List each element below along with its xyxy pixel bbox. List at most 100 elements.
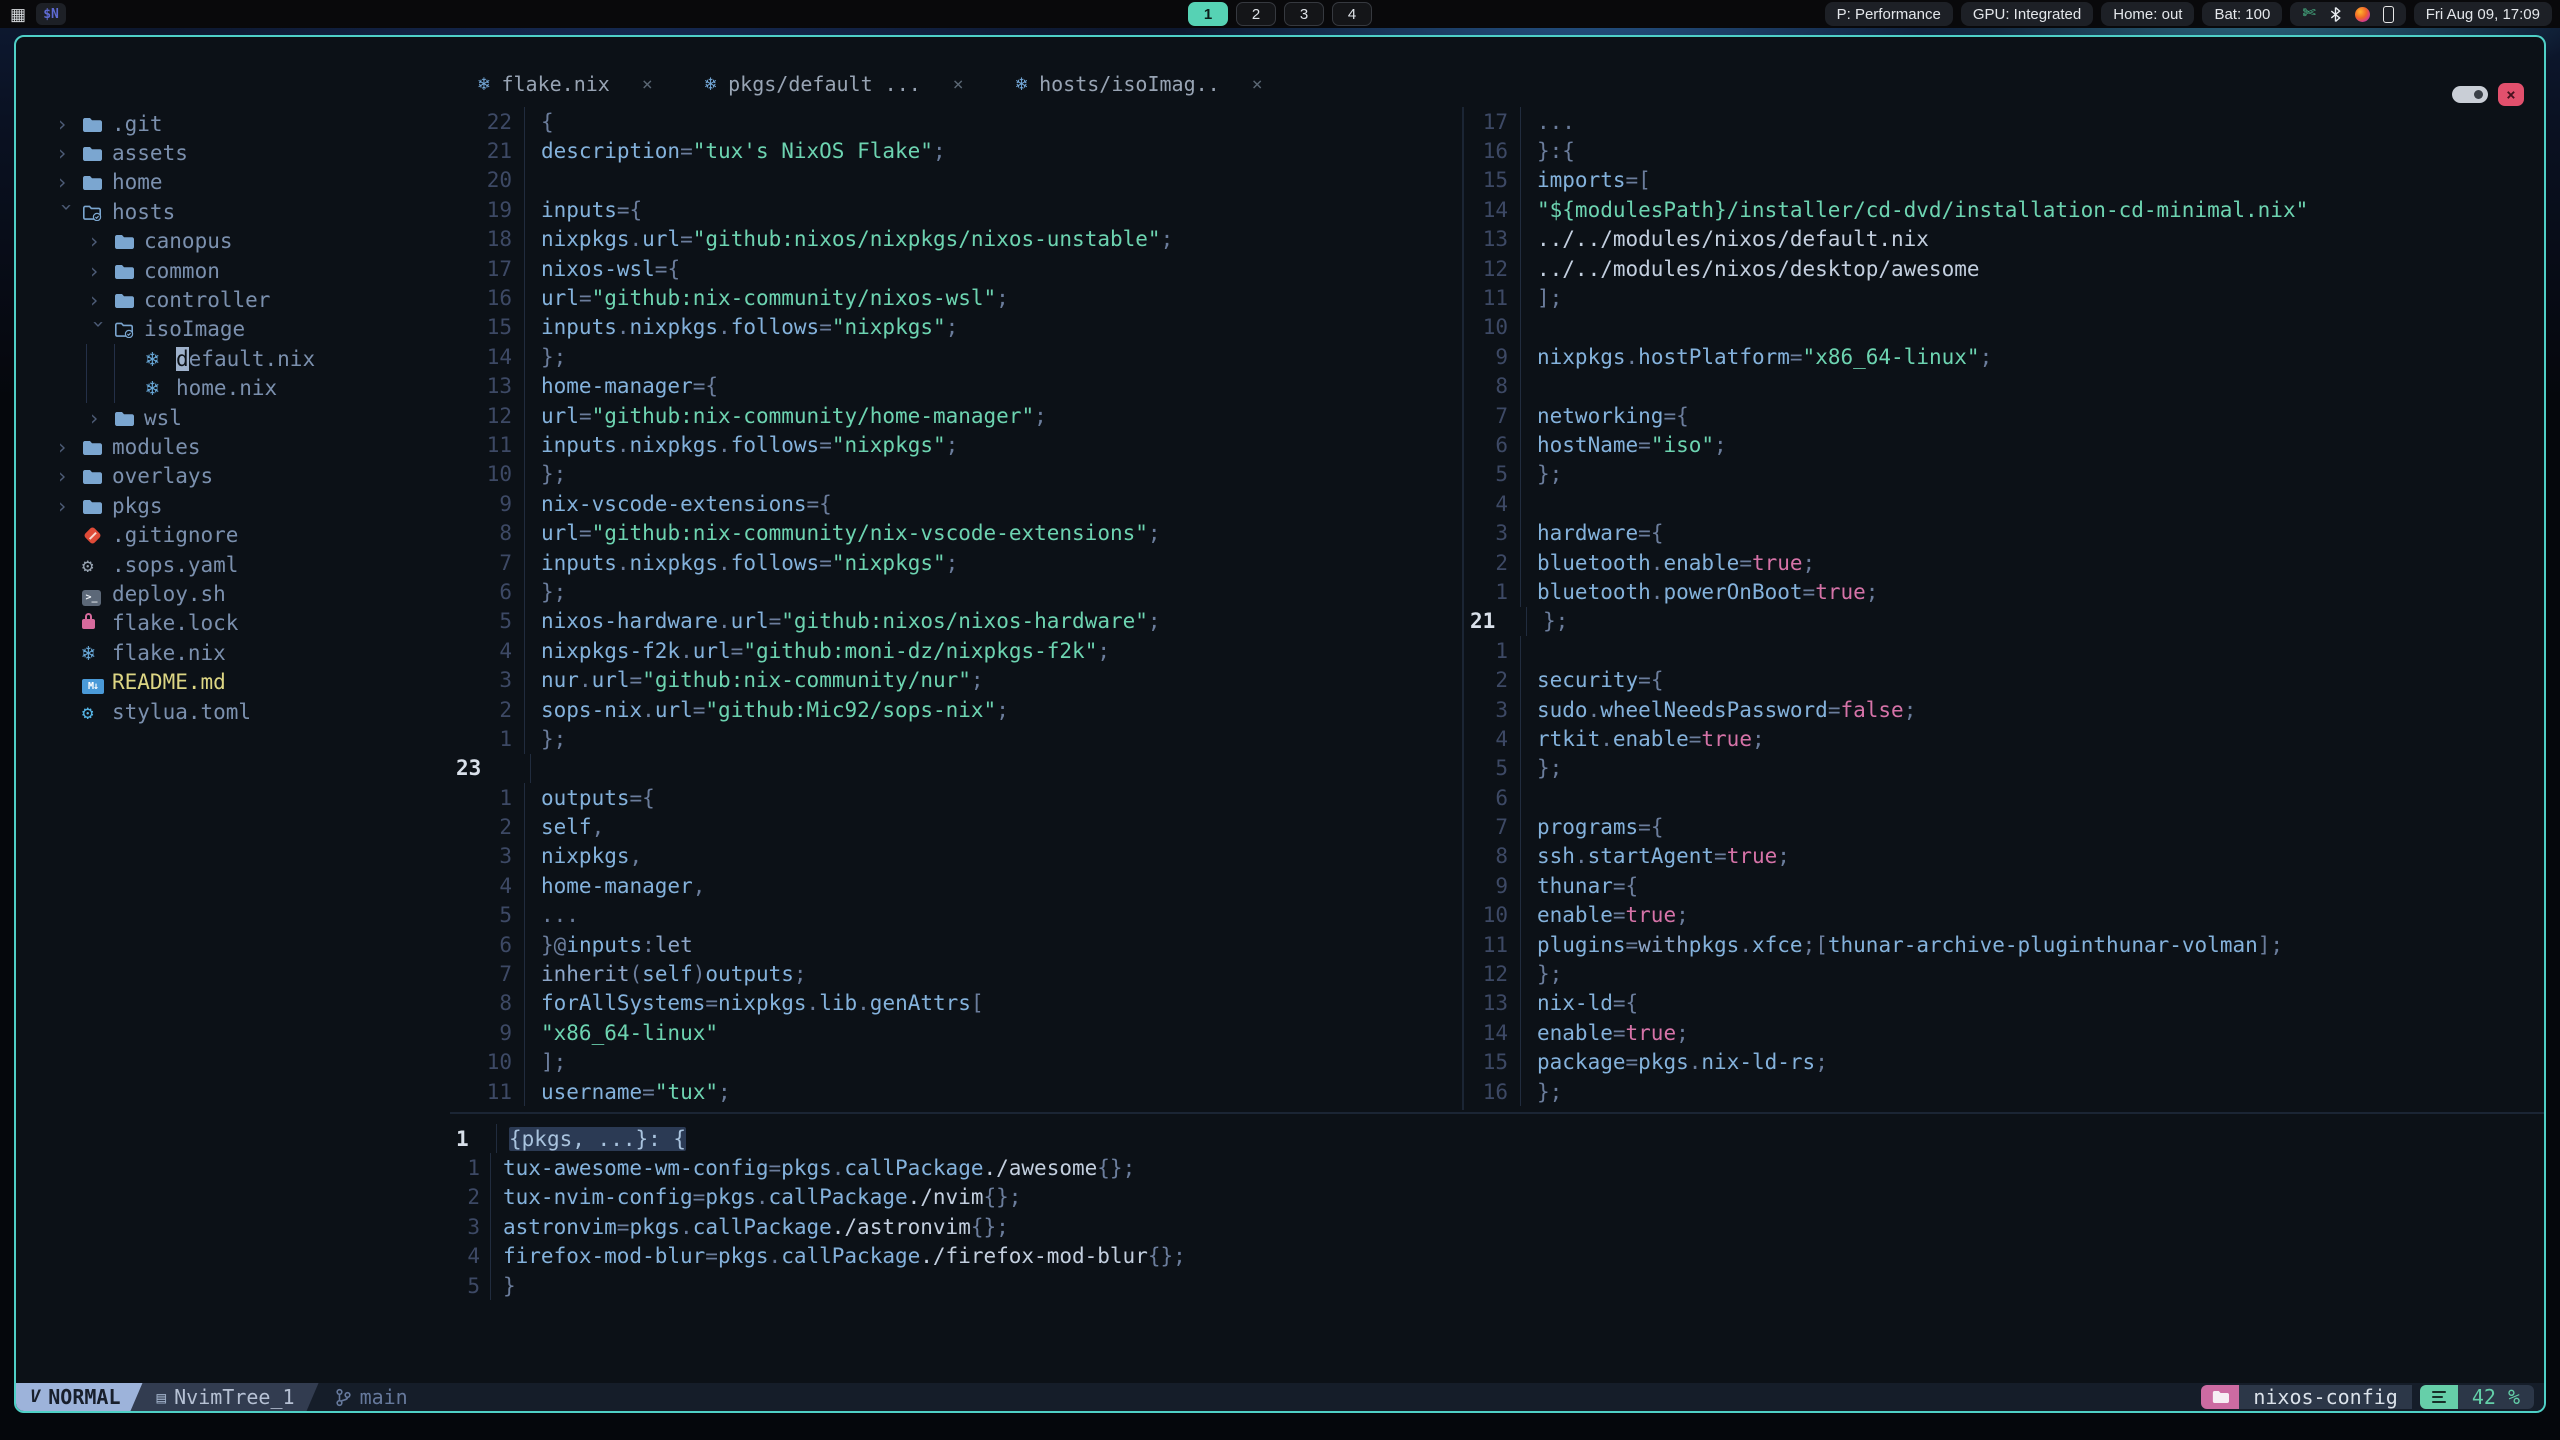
code-line[interactable]: 7 networking = { [1464,400,2544,431]
code-line[interactable]: 5 nixos-hardware. url = "github:nixos/nix… [450,606,1462,637]
code-line[interactable]: 6 hostName = "iso"; [1464,430,2544,460]
code-line[interactable]: 1 {pkgs, ...}: { [450,1124,2544,1154]
workspace-button-1[interactable]: 1 [1188,2,1228,26]
code-line[interactable]: 4 firefox-mod-blur = pkgs. callPackage ./… [450,1241,2544,1271]
code-line[interactable]: 2 bluetooth. enable = true; [1464,547,2544,578]
code-line[interactable]: 2 sops-nix. url = "github:Mic92/sops-nix"… [450,694,1462,725]
tree-item-.git[interactable]: › .git [16,109,450,138]
tree-item-deploy.sh[interactable]: >_ deploy.sh [16,579,450,608]
tree-item-stylua.toml[interactable]: ⚙ stylua.toml [16,697,450,726]
code-line[interactable]: 9 thunar = { [1464,871,2544,901]
code-line[interactable]: 15 inputs. nixpkgs. follows = "nixpkgs"; [450,312,1462,343]
workspace-button-3[interactable]: 3 [1284,2,1324,26]
tree-item-pkgs[interactable]: › pkgs [16,491,450,520]
code-line[interactable]: 6 }; [450,577,1462,607]
code-line[interactable]: 11 plugins = with pkgs. xfce; [thunar-arc… [1464,929,2544,960]
code-line[interactable]: 1 outputs = { [450,782,1462,813]
tree-item-isoImage[interactable]: › isoImage [16,315,450,344]
code-line[interactable]: 13 home-manager = { [450,371,1462,401]
tree-item-wsl[interactable]: › wsl [16,403,450,432]
tab-pkgs-default-...[interactable]: ❄ pkgs/default ... × [679,61,990,107]
tree-item-assets[interactable]: › assets [16,138,450,167]
tree-item-flake.lock[interactable]: flake.lock [16,609,450,638]
tree-item-overlays[interactable]: › overlays [16,462,450,491]
code-line[interactable]: 2 security = { [1464,665,2544,695]
tree-item-README.md[interactable]: M↓ README.md [16,667,450,696]
code-line[interactable]: 5} [450,1270,2544,1301]
tree-item-home.nix[interactable]: ❄ home.nix [16,373,450,403]
tab-flake.nix[interactable]: ❄ flake.nix × [452,61,679,107]
code-line[interactable]: 13 ../../modules/nixos/default.nix [1464,224,2544,254]
code-line[interactable]: 11 inputs. nixpkgs. follows = "nixpkgs"; [450,430,1462,460]
code-line[interactable]: 12 url = "github:nix-community/home-mana… [450,400,1462,431]
code-line[interactable]: 10 [1464,312,2544,343]
code-line[interactable]: 8 forAllSystems = nixpkgs. lib. genAttrs [ [450,988,1462,1019]
tree-item-default.nix[interactable]: ❄ default.nix [16,344,450,374]
code-line[interactable]: 11 username = "tux"; [450,1076,1462,1107]
window-close-button[interactable]: × [2498,83,2524,106]
bluetooth-icon[interactable] [2329,6,2342,23]
code-line[interactable]: 10 ]; [450,1047,1462,1077]
code-line[interactable]: 12 }; [1464,959,2544,989]
code-line[interactable]: 23 [450,753,1462,783]
code-line[interactable]: 22 { [450,107,1462,137]
code-line[interactable]: 20 [450,165,1462,196]
firefox-icon[interactable] [2354,6,2370,22]
code-line[interactable]: 15 package = pkgs. nix-ld-rs; [1464,1047,2544,1077]
code-line[interactable]: 1 [1464,636,2544,666]
code-line[interactable]: 5 }; [1464,753,2544,783]
launcher-grid-icon[interactable]: ▦ [10,6,26,23]
tree-item-home[interactable]: › home [16,168,450,197]
tree-item-.gitignore[interactable]: .gitignore [16,520,450,549]
code-line[interactable]: 5 ... [450,900,1462,930]
code-line[interactable]: 3 hardware = { [1464,518,2544,548]
code-line[interactable]: 4 home-manager, [450,871,1462,901]
code-line[interactable]: 15 imports = [ [1464,165,2544,196]
code-line[interactable]: 10 }; [450,459,1462,490]
tree-item-flake.nix[interactable]: ❄ flake.nix [16,638,450,667]
tab-close-icon[interactable]: × [953,74,964,95]
code-line[interactable]: 9 nix-vscode-extensions = { [450,489,1462,519]
code-line[interactable]: 19 inputs = { [450,195,1462,225]
code-line[interactable]: 10 enable = true; [1464,900,2544,930]
scissors-icon[interactable]: ✄ [2302,6,2315,22]
code-line[interactable]: 4 nixpkgs-f2k. url = "github:moni-dz/nixp… [450,636,1462,666]
code-line[interactable]: 7 inherit (self) outputs; [450,959,1462,989]
code-line[interactable]: 12 ../../modules/nixos/desktop/awesome [1464,253,2544,284]
status-chip-bat[interactable]: Bat: 100 [2202,2,2283,26]
code-line[interactable]: 1 bluetooth. powerOnBoot = true; [1464,577,2544,607]
code-line[interactable]: 8 ssh. startAgent = true; [1464,841,2544,872]
code-line[interactable]: 1 }; [450,724,1462,754]
code-line[interactable]: 2 tux-nvim-config = pkgs. callPackage ./n… [450,1182,2544,1213]
workspace-button-2[interactable]: 2 [1236,2,1276,26]
tree-item-canopus[interactable]: › canopus [16,227,450,256]
code-line[interactable]: 3 nur. url = "github:nix-community/nur"; [450,665,1462,695]
code-line[interactable]: 11 ]; [1464,283,2544,313]
code-line[interactable]: 3 astronvim = pkgs. callPackage ./astronv… [450,1212,2544,1242]
code-line[interactable]: 21 description = "tux's NixOS Flake"; [450,136,1462,166]
status-chip-p[interactable]: P: Performance [1824,2,1953,26]
code-line[interactable]: 3 nixpkgs, [450,841,1462,872]
status-chip-gpu[interactable]: GPU: Integrated [1960,2,2094,26]
code-line[interactable]: 16}: { [1464,136,2544,166]
code-line[interactable]: 16 url = "github:nix-community/nixos-wsl… [450,283,1462,313]
app-badge[interactable]: $N [36,3,67,25]
tree-item-controller[interactable]: › controller [16,285,450,314]
code-line[interactable]: 7 programs = { [1464,812,2544,842]
code-line[interactable]: 2 self, [450,812,1462,842]
tab-hosts-isoImag..[interactable]: ❄ hosts/isoImag.. × [990,61,1289,107]
code-line[interactable]: 7 inputs. nixpkgs. follows = "nixpkgs"; [450,547,1462,578]
code-line[interactable]: 4 [1464,489,2544,519]
tree-item-modules[interactable]: › modules [16,432,450,461]
code-line[interactable]: 9 nixpkgs. hostPlatform = "x86_64-linux"; [1464,342,2544,372]
code-line[interactable]: 21 }; [1464,606,2544,637]
code-line[interactable]: 8 [1464,371,2544,401]
code-line[interactable]: 17 ... [1464,107,2544,137]
code-line[interactable]: 18 nixpkgs. url = "github:nixos/nixpkgs/n… [450,224,1462,254]
code-line[interactable]: 14 enable = true; [1464,1018,2544,1048]
tab-close-icon[interactable]: × [1252,74,1263,95]
code-line[interactable]: 6 [1464,782,2544,813]
tab-close-icon[interactable]: × [642,74,653,95]
code-line[interactable]: 3 sudo. wheelNeedsPassword = false; [1464,694,2544,725]
clock[interactable]: Fri Aug 09, 17:09 [2413,2,2552,26]
